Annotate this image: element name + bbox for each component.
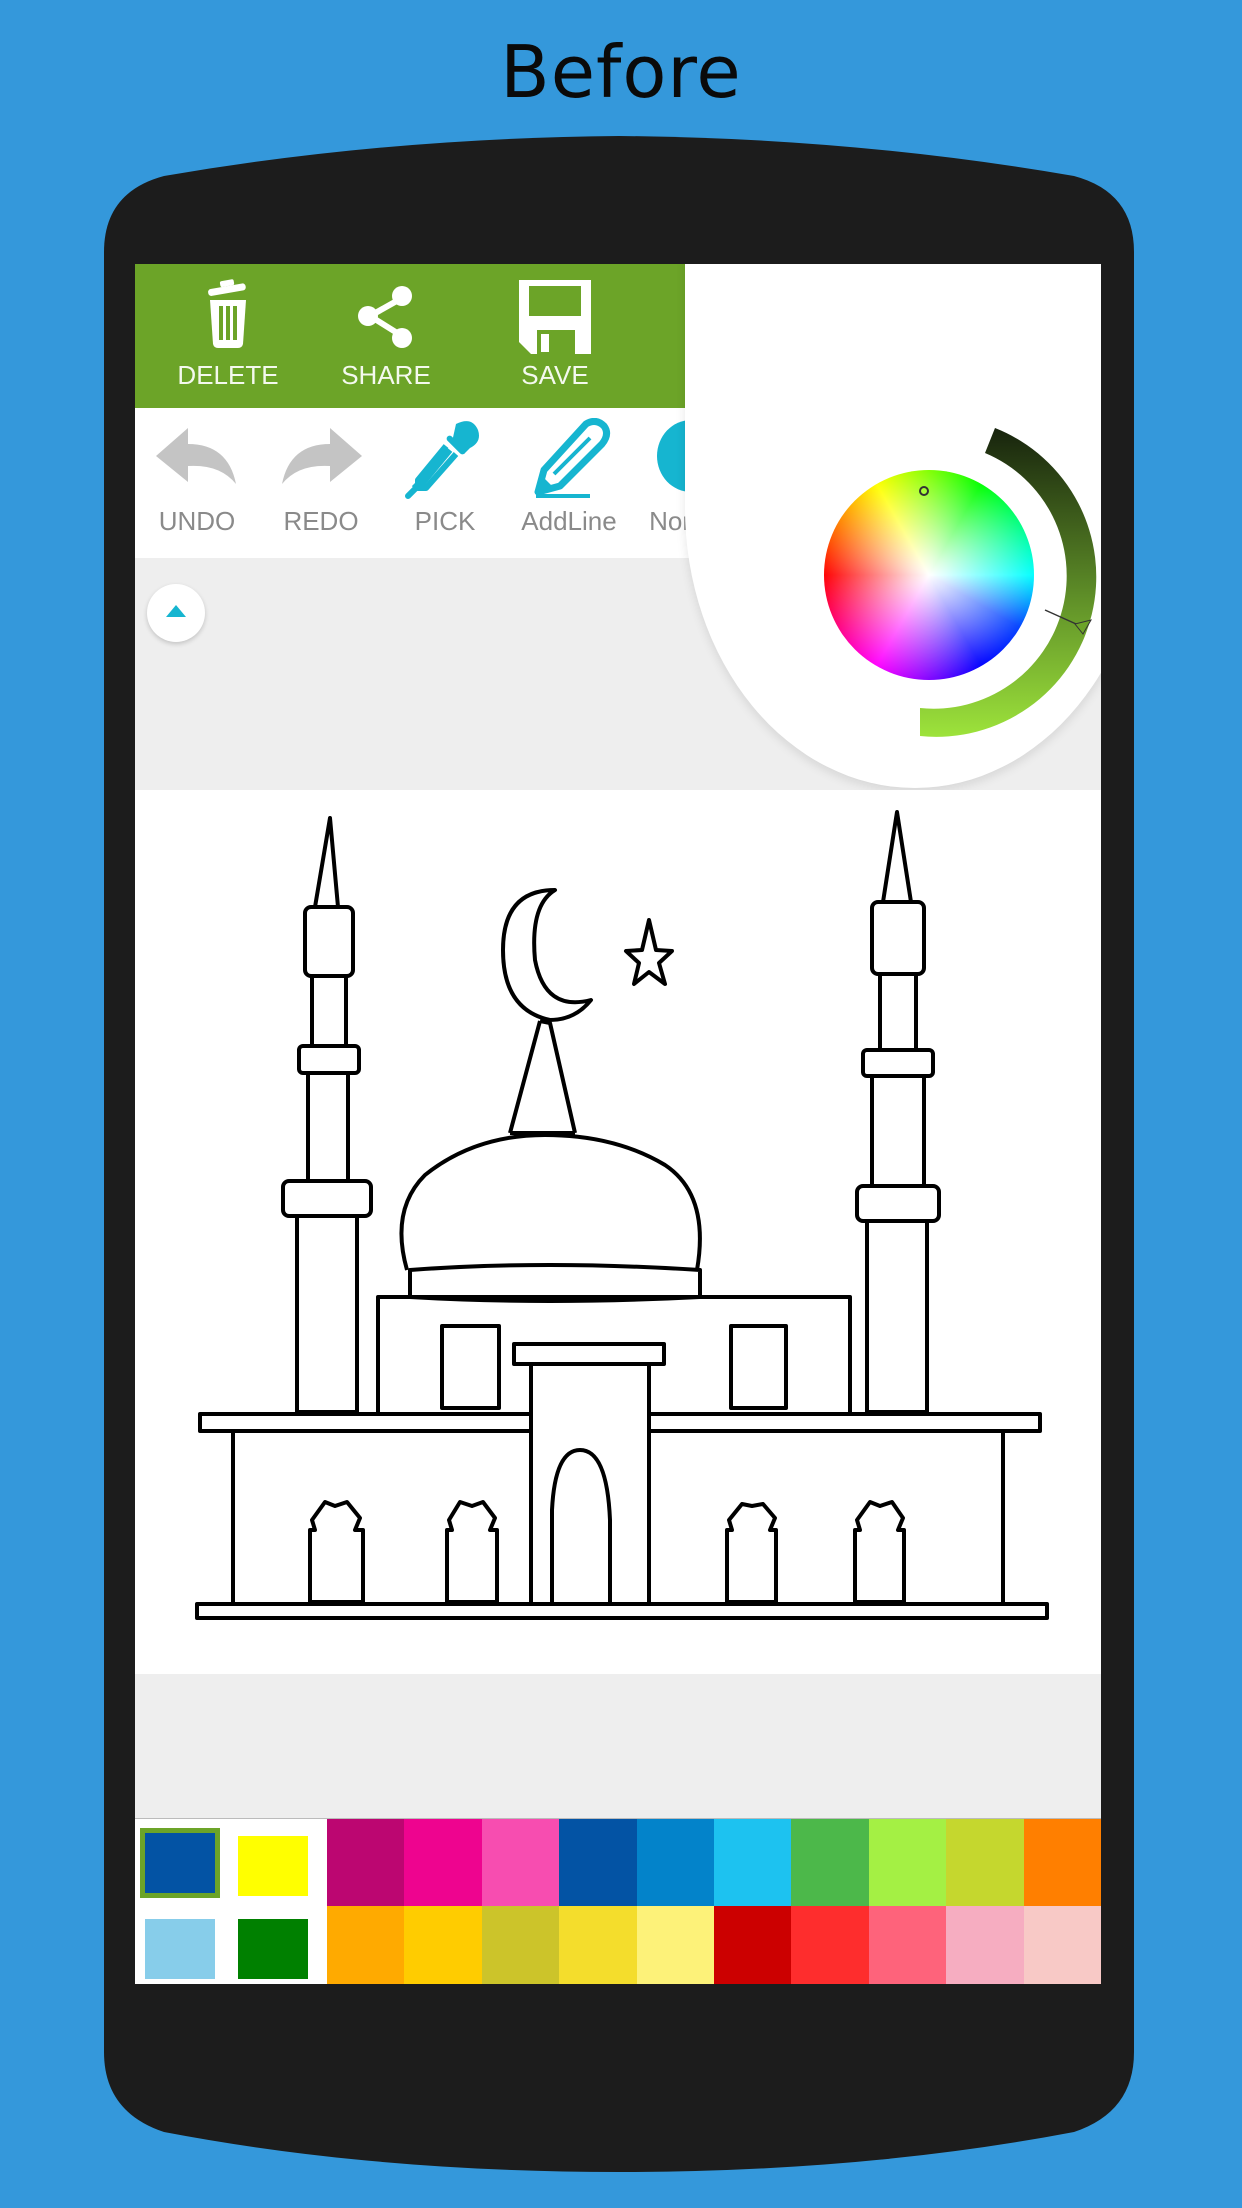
color-wheel-cursor[interactable] (919, 486, 929, 496)
palette-color-swatch[interactable] (481, 1906, 560, 1984)
addline-label: AddLine (521, 506, 617, 536)
delete-button[interactable]: DELETE (163, 278, 293, 398)
palette-color-swatch[interactable] (559, 1819, 637, 1906)
central-gate (512, 1342, 666, 1606)
palette-color-swatch[interactable] (636, 1819, 714, 1906)
palette-color-swatch[interactable] (946, 1819, 1024, 1906)
crescent-star (501, 888, 674, 1135)
undo-button[interactable]: UNDO (137, 418, 257, 553)
recent-color-swatch[interactable] (238, 1836, 308, 1896)
floppy-disk-icon (519, 280, 591, 356)
delete-label: DELETE (177, 360, 279, 390)
redo-button[interactable]: REDO (261, 418, 381, 553)
recent-color-swatch[interactable] (238, 1919, 308, 1979)
palette-color-swatch[interactable] (1023, 1819, 1101, 1906)
palette-color-swatch[interactable] (946, 1906, 1024, 1984)
trash-icon (208, 279, 246, 348)
coloring-canvas[interactable] (135, 790, 1101, 1674)
mosque-drawing (195, 810, 1049, 1620)
palette-color-swatch[interactable] (636, 1906, 714, 1984)
redo-arrow-icon (282, 428, 362, 484)
color-palette (135, 1818, 1101, 1984)
app-screen: DELETE SHARE SAVE UNDO REDO PICK AddLine (135, 264, 1101, 1984)
palette-color-swatch[interactable] (559, 1906, 637, 1984)
canvas-bottom-area (135, 1674, 1101, 1818)
dome (399, 1133, 702, 1303)
palette-color-swatch[interactable] (327, 1819, 405, 1906)
pick-label: PICK (414, 506, 476, 536)
redo-label: REDO (283, 506, 359, 536)
palette-color-swatch[interactable] (791, 1906, 869, 1984)
save-label: SAVE (521, 360, 589, 390)
left-minaret (281, 816, 373, 1414)
right-minaret (855, 810, 941, 1414)
undo-arrow-icon (156, 428, 236, 484)
palette-color-swatch[interactable] (868, 1906, 947, 1984)
palette-grid (327, 1819, 1101, 1984)
tool-row: UNDO REDO PICK AddLine (135, 408, 745, 558)
eyedropper-icon (405, 421, 479, 499)
palette-color-swatch[interactable] (868, 1819, 947, 1906)
palette-color-swatch[interactable] (327, 1906, 405, 1984)
undo-label: UNDO (158, 506, 236, 536)
caret-up-icon (166, 605, 186, 617)
palette-color-swatch[interactable] (714, 1819, 792, 1906)
palette-color-swatch[interactable] (481, 1819, 560, 1906)
recent-color-swatch[interactable] (140, 1828, 220, 1898)
palette-color-swatch[interactable] (714, 1906, 792, 1984)
palette-color-swatch[interactable] (404, 1819, 482, 1906)
share-label: SHARE (341, 360, 431, 390)
palette-color-swatch[interactable] (791, 1819, 869, 1906)
add-line-button[interactable]: AddLine (509, 418, 629, 553)
before-headline: Before (500, 30, 742, 114)
hue-color-wheel[interactable] (824, 470, 1034, 680)
pencil-icon (534, 418, 611, 498)
save-button[interactable]: SAVE (490, 278, 620, 398)
collapse-toolbar-button[interactable] (147, 584, 205, 642)
share-icon (358, 286, 412, 348)
recent-color-swatch[interactable] (145, 1919, 215, 1979)
share-button[interactable]: SHARE (321, 278, 451, 398)
recent-colors (135, 1819, 327, 1984)
palette-color-swatch[interactable] (404, 1906, 482, 1984)
pick-color-button[interactable]: PICK (385, 418, 505, 553)
palette-color-swatch[interactable] (1023, 1906, 1101, 1984)
